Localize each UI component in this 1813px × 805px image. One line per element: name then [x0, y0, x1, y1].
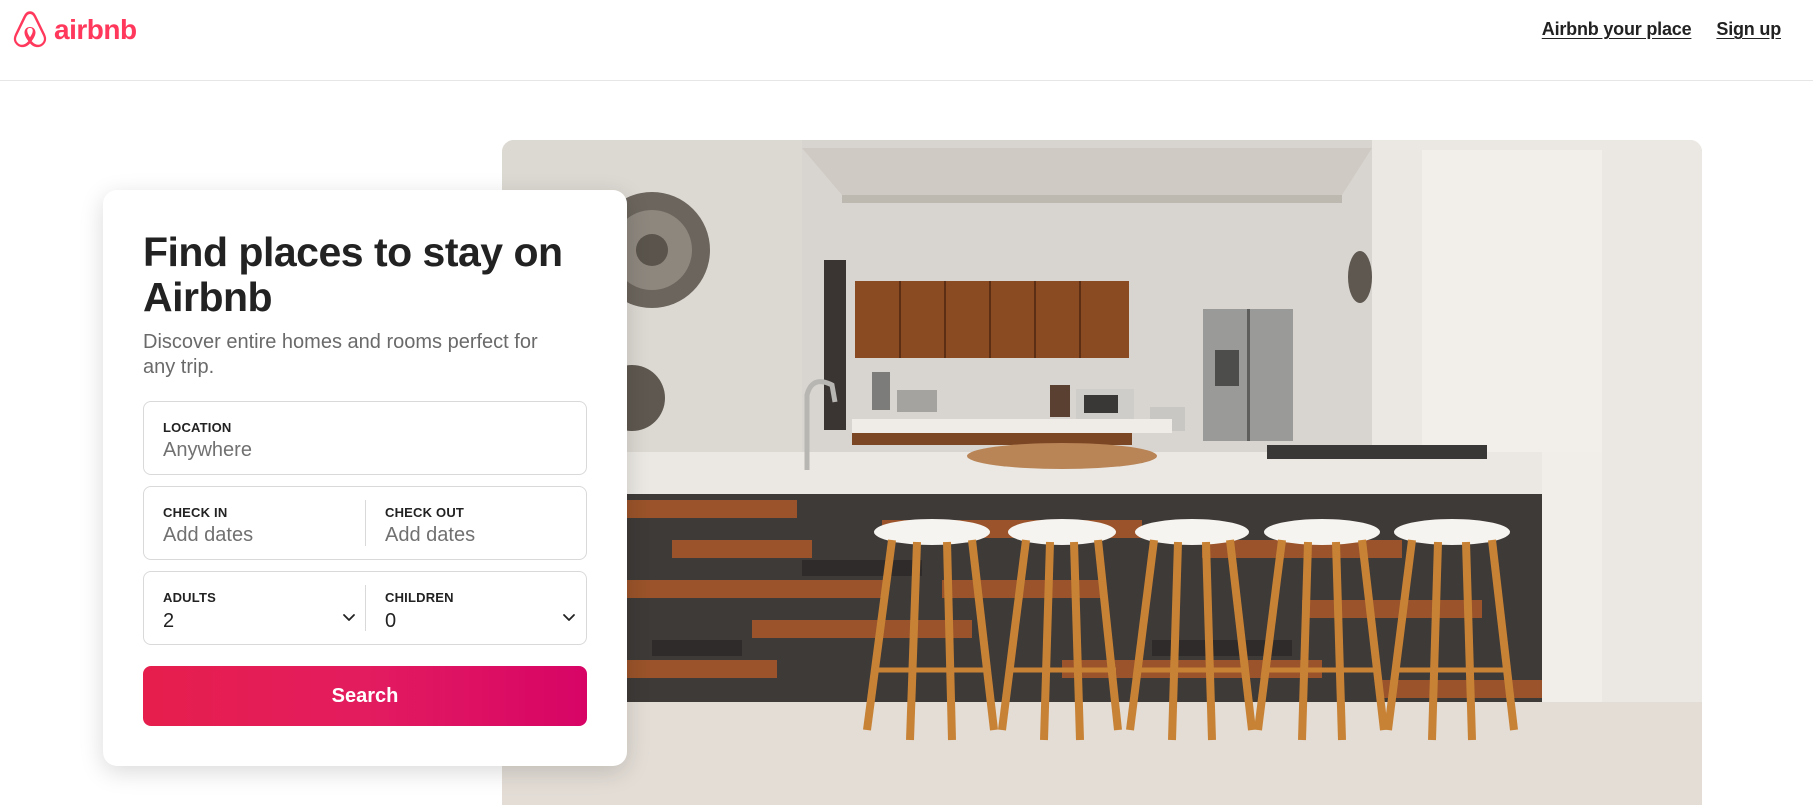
hero-image-kitchen [502, 140, 1702, 805]
logo-wordmark: airbnb [54, 14, 137, 45]
check-out-field[interactable]: CHECK OUT [366, 487, 586, 559]
children-select[interactable]: CHILDREN 0 [366, 572, 586, 644]
kitchen-photo [502, 140, 1702, 805]
location-input[interactable] [163, 439, 543, 462]
airbnb-belo-icon [13, 11, 47, 48]
airbnb-logo[interactable]: airbnb [10, 10, 137, 50]
location-field[interactable]: LOCATION [144, 402, 586, 474]
location-label: LOCATION [163, 420, 232, 435]
page-title: Find places to stay on Airbnb [143, 229, 563, 320]
children-value: 0 [385, 610, 397, 632]
adults-value: 2 [163, 610, 175, 632]
adults-label: ADULTS [163, 590, 216, 605]
guests-field-box: ADULTS 2 CHILDREN 0 [143, 571, 587, 645]
chevron-down-icon [563, 614, 575, 621]
chevron-down-icon [343, 614, 355, 621]
sign-up-link[interactable]: Sign up [1716, 19, 1781, 40]
check-out-input[interactable] [385, 524, 565, 547]
adults-select[interactable]: ADULTS 2 [144, 572, 366, 644]
location-field-box[interactable]: LOCATION [143, 401, 587, 475]
children-label: CHILDREN [385, 590, 454, 605]
page-subtitle: Discover entire homes and rooms perfect … [143, 331, 538, 378]
top-header: airbnb Airbnb your place Sign up [0, 0, 1813, 81]
check-in-label: CHECK IN [163, 505, 228, 520]
check-in-field[interactable]: CHECK IN [144, 487, 366, 559]
check-in-input[interactable] [163, 524, 343, 547]
check-out-label: CHECK OUT [385, 505, 465, 520]
search-card: Find places to stay on Airbnb Discover e… [103, 190, 627, 766]
search-button[interactable]: Search [143, 666, 587, 726]
header-nav: Airbnb your place Sign up [1542, 19, 1781, 40]
dates-field-box: CHECK IN CHECK OUT [143, 486, 587, 560]
airbnb-your-place-link[interactable]: Airbnb your place [1542, 19, 1692, 40]
